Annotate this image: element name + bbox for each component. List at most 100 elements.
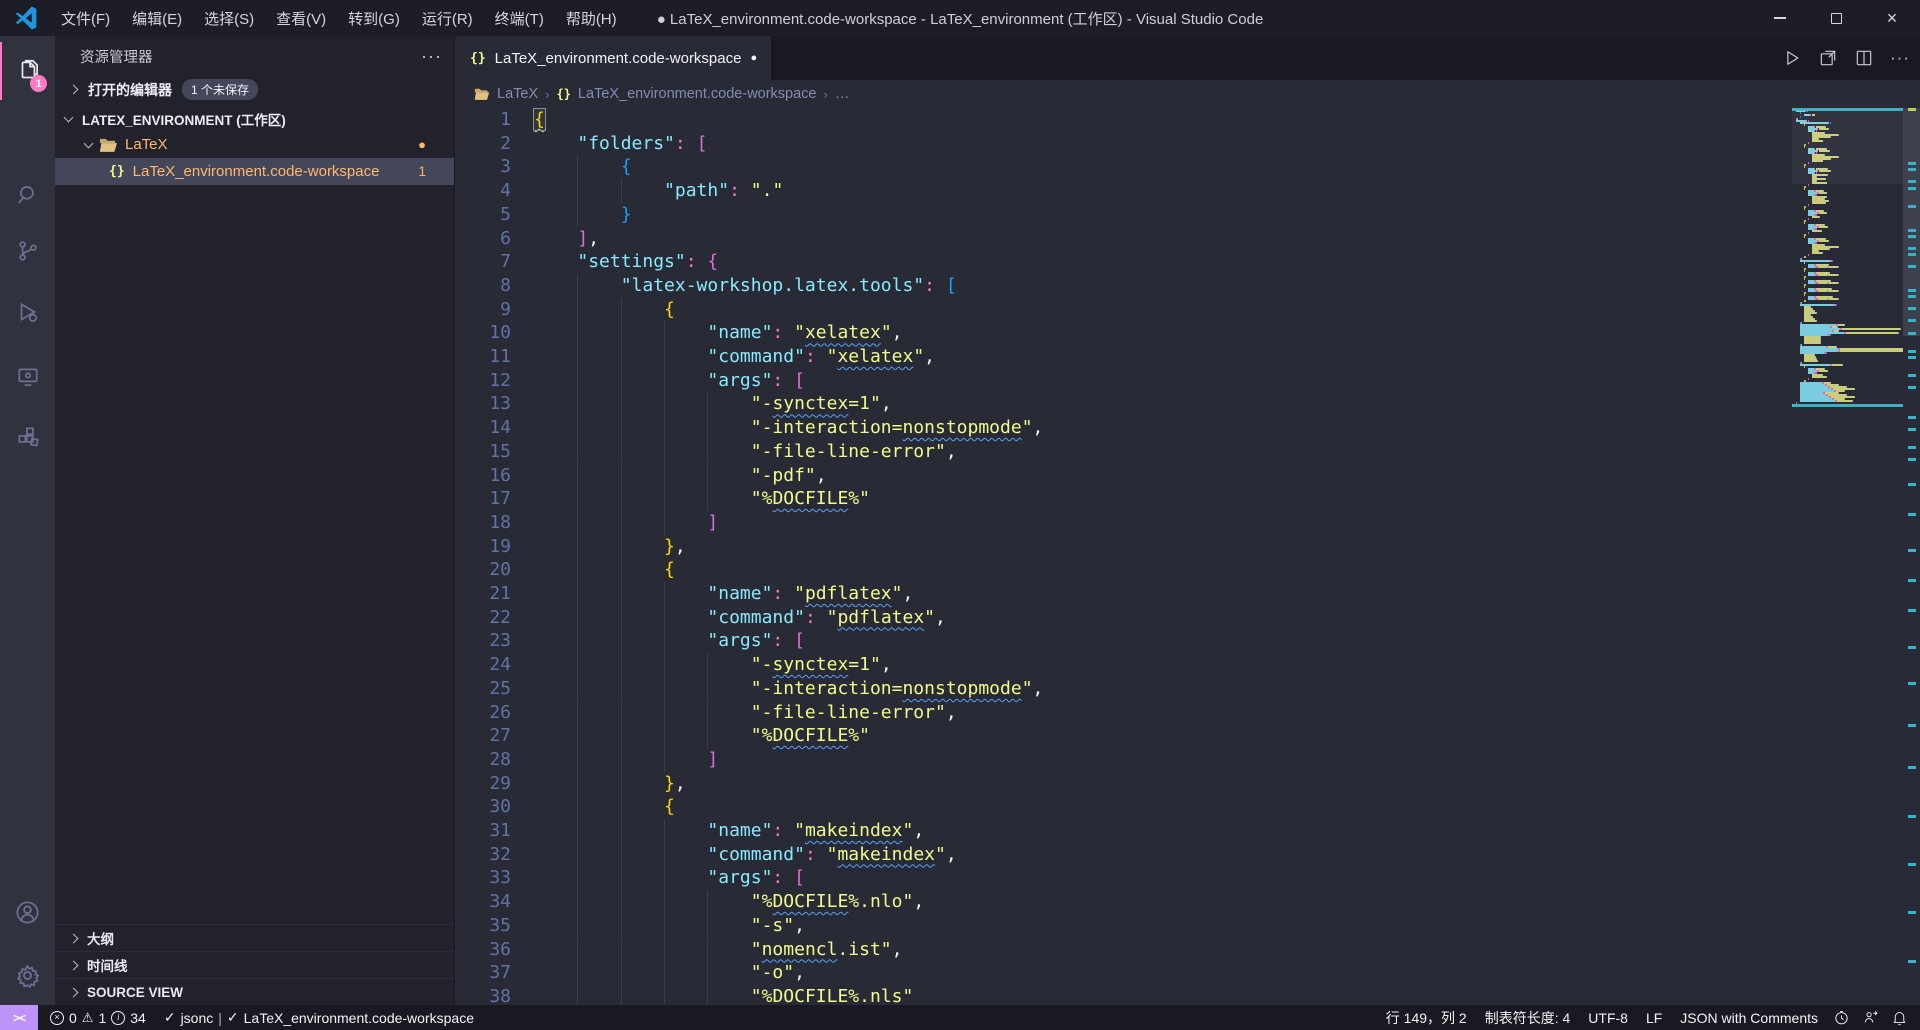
code-line[interactable]: 26 "-file-line-error",: [456, 701, 1792, 725]
panel-timeline[interactable]: 时间线: [55, 951, 454, 978]
open-changes-icon[interactable]: [1818, 48, 1838, 68]
menu-edit[interactable]: 编辑(E): [121, 4, 193, 33]
problems-status[interactable]: × 0 ⚠ 1 i 34: [41, 1005, 155, 1030]
code-line[interactable]: 21 "name": "pdflatex",: [456, 582, 1792, 606]
code-line[interactable]: 1{: [456, 108, 1792, 132]
run-build-icon[interactable]: [1782, 48, 1802, 68]
panel-outline[interactable]: 大纲: [55, 924, 454, 951]
activity-extensions-button[interactable]: [0, 408, 55, 466]
eol-setting[interactable]: LF: [1637, 1005, 1671, 1030]
notifications-button[interactable]: [1885, 1005, 1920, 1030]
code-line[interactable]: 11 "command": "xelatex",: [456, 345, 1792, 369]
code-text: "-file-line-error",: [534, 701, 957, 725]
menu-selection[interactable]: 选择(S): [193, 4, 265, 33]
code-line[interactable]: 19 },: [456, 535, 1792, 559]
code-line[interactable]: 37 "-o",: [456, 961, 1792, 985]
code-line[interactable]: 9 {: [456, 298, 1792, 322]
close-button[interactable]: ×: [1864, 0, 1920, 36]
settings-button[interactable]: [0, 946, 55, 1004]
timer-status-button[interactable]: [1827, 1005, 1856, 1030]
code-line[interactable]: 13 "-synctex=1",: [456, 392, 1792, 416]
code-line[interactable]: 16 "-pdf",: [456, 464, 1792, 488]
tree-file-workspace[interactable]: {} LaTeX_environment.code-workspace 1: [55, 158, 454, 185]
diagnostic-mark: [1908, 319, 1916, 322]
code-line[interactable]: 27 "%DOCFILE%": [456, 724, 1792, 748]
language-mode[interactable]: JSON with Comments: [1671, 1005, 1827, 1030]
menu-goto[interactable]: 转到(G): [337, 4, 411, 33]
code-text: "%DOCFILE%": [534, 724, 870, 748]
split-editor-icon[interactable]: [1854, 48, 1874, 68]
tab-workspace-file[interactable]: {} LaTeX_environment.code-workspace ●: [456, 36, 771, 80]
code-line[interactable]: 3 {: [456, 155, 1792, 179]
code-line[interactable]: 29 },: [456, 772, 1792, 796]
open-editors-section[interactable]: 打开的编辑器 1 个未保存: [55, 76, 454, 103]
code-line[interactable]: 5 }: [456, 203, 1792, 227]
tree-folder-latex[interactable]: LaTeX ●: [55, 131, 454, 158]
code-line[interactable]: 22 "command": "pdflatex",: [456, 606, 1792, 630]
workspace-section-header[interactable]: LATEX_ENVIRONMENT (工作区): [55, 107, 454, 131]
code-line[interactable]: 6 ],: [456, 227, 1792, 251]
code-line[interactable]: 8 "latex-workshop.latex.tools": [: [456, 274, 1792, 298]
menu-view[interactable]: 查看(V): [265, 4, 337, 33]
code-line[interactable]: 17 "%DOCFILE%": [456, 487, 1792, 511]
code-line[interactable]: 4 "path": ".": [456, 179, 1792, 203]
encoding-setting[interactable]: UTF-8: [1579, 1005, 1637, 1030]
code-line[interactable]: 7 "settings": {: [456, 250, 1792, 274]
breadcrumb-more[interactable]: …: [835, 86, 850, 102]
minimap[interactable]: [1792, 108, 1903, 1005]
indentation-setting[interactable]: 制表符长度: 4: [1476, 1005, 1580, 1030]
line-number: 30: [456, 795, 511, 819]
activity-explorer-button[interactable]: 1: [0, 42, 55, 100]
menu-run[interactable]: 运行(R): [411, 4, 484, 33]
activity-source-control-button[interactable]: [0, 222, 55, 280]
code-line[interactable]: 24 "-synctex=1",: [456, 653, 1792, 677]
breadcrumb-file[interactable]: LaTeX_environment.code-workspace: [578, 86, 817, 102]
line-number: 11: [456, 345, 511, 369]
code-line[interactable]: 30 {: [456, 795, 1792, 819]
more-actions-icon[interactable]: ···: [1890, 48, 1910, 68]
code-line[interactable]: 10 "name": "xelatex",: [456, 321, 1792, 345]
code-line[interactable]: 33 "args": [: [456, 866, 1792, 890]
activity-remote-explorer-button[interactable]: [0, 348, 55, 406]
code-editor[interactable]: 1{2 "folders": [3 {4 "path": "."5 }6 ],7…: [456, 108, 1792, 1005]
line-number: 35: [456, 914, 511, 938]
panel-source-view[interactable]: SOURCE VIEW: [55, 978, 454, 1005]
code-line[interactable]: 32 "command": "makeindex",: [456, 843, 1792, 867]
minimize-icon: [1774, 17, 1786, 18]
account-button[interactable]: [0, 883, 55, 941]
code-line[interactable]: 12 "args": [: [456, 369, 1792, 393]
code-line[interactable]: 23 "args": [: [456, 629, 1792, 653]
activity-search-button[interactable]: [0, 166, 55, 224]
code-line[interactable]: 25 "-interaction=nonstopmode",: [456, 677, 1792, 701]
scrollbar-slider[interactable]: [1903, 108, 1920, 336]
menu-file[interactable]: 文件(F): [50, 4, 121, 33]
code-line[interactable]: 38 "%DOCFILE%.nls": [456, 985, 1792, 1005]
remote-indicator[interactable]: ><: [0, 1005, 38, 1030]
feedback-status-button[interactable]: [1856, 1005, 1885, 1030]
code-line[interactable]: 31 "name": "makeindex",: [456, 819, 1792, 843]
lang-check-status[interactable]: ✓ jsonc | ✓ LaTeX_environment.code-works…: [155, 1005, 483, 1030]
code-line[interactable]: 15 "-file-line-error",: [456, 440, 1792, 464]
workspace-section-label: LATEX_ENVIRONMENT (工作区): [82, 109, 286, 129]
dirty-indicator-dot[interactable]: ●: [750, 52, 757, 64]
breadcrumb-folder[interactable]: LaTeX: [497, 86, 538, 102]
maximize-button[interactable]: [1808, 0, 1864, 36]
code-line[interactable]: 36 "nomencl.ist",: [456, 938, 1792, 962]
activity-run-debug-button[interactable]: [0, 284, 55, 342]
code-line[interactable]: 2 "folders": [: [456, 132, 1792, 156]
scrollbar-overview-ruler[interactable]: [1903, 108, 1920, 1005]
sidebar-more-actions[interactable]: ···: [421, 46, 442, 67]
menu-terminal[interactable]: 终端(T): [484, 4, 555, 33]
code-line[interactable]: 28 ]: [456, 748, 1792, 772]
minimize-button[interactable]: [1752, 0, 1808, 36]
code-text: {: [534, 795, 675, 819]
minimap-line: [1804, 366, 1805, 368]
code-line[interactable]: 35 "-s",: [456, 914, 1792, 938]
code-line[interactable]: 14 "-interaction=nonstopmode",: [456, 416, 1792, 440]
code-line[interactable]: 34 "%DOCFILE%.nlo",: [456, 890, 1792, 914]
code-line[interactable]: 18 ]: [456, 511, 1792, 535]
code-line[interactable]: 20 {: [456, 558, 1792, 582]
cursor-position[interactable]: 行 149，列 2: [1377, 1005, 1476, 1030]
menu-help[interactable]: 帮助(H): [555, 4, 628, 33]
minimap-slider[interactable]: [1792, 108, 1903, 184]
